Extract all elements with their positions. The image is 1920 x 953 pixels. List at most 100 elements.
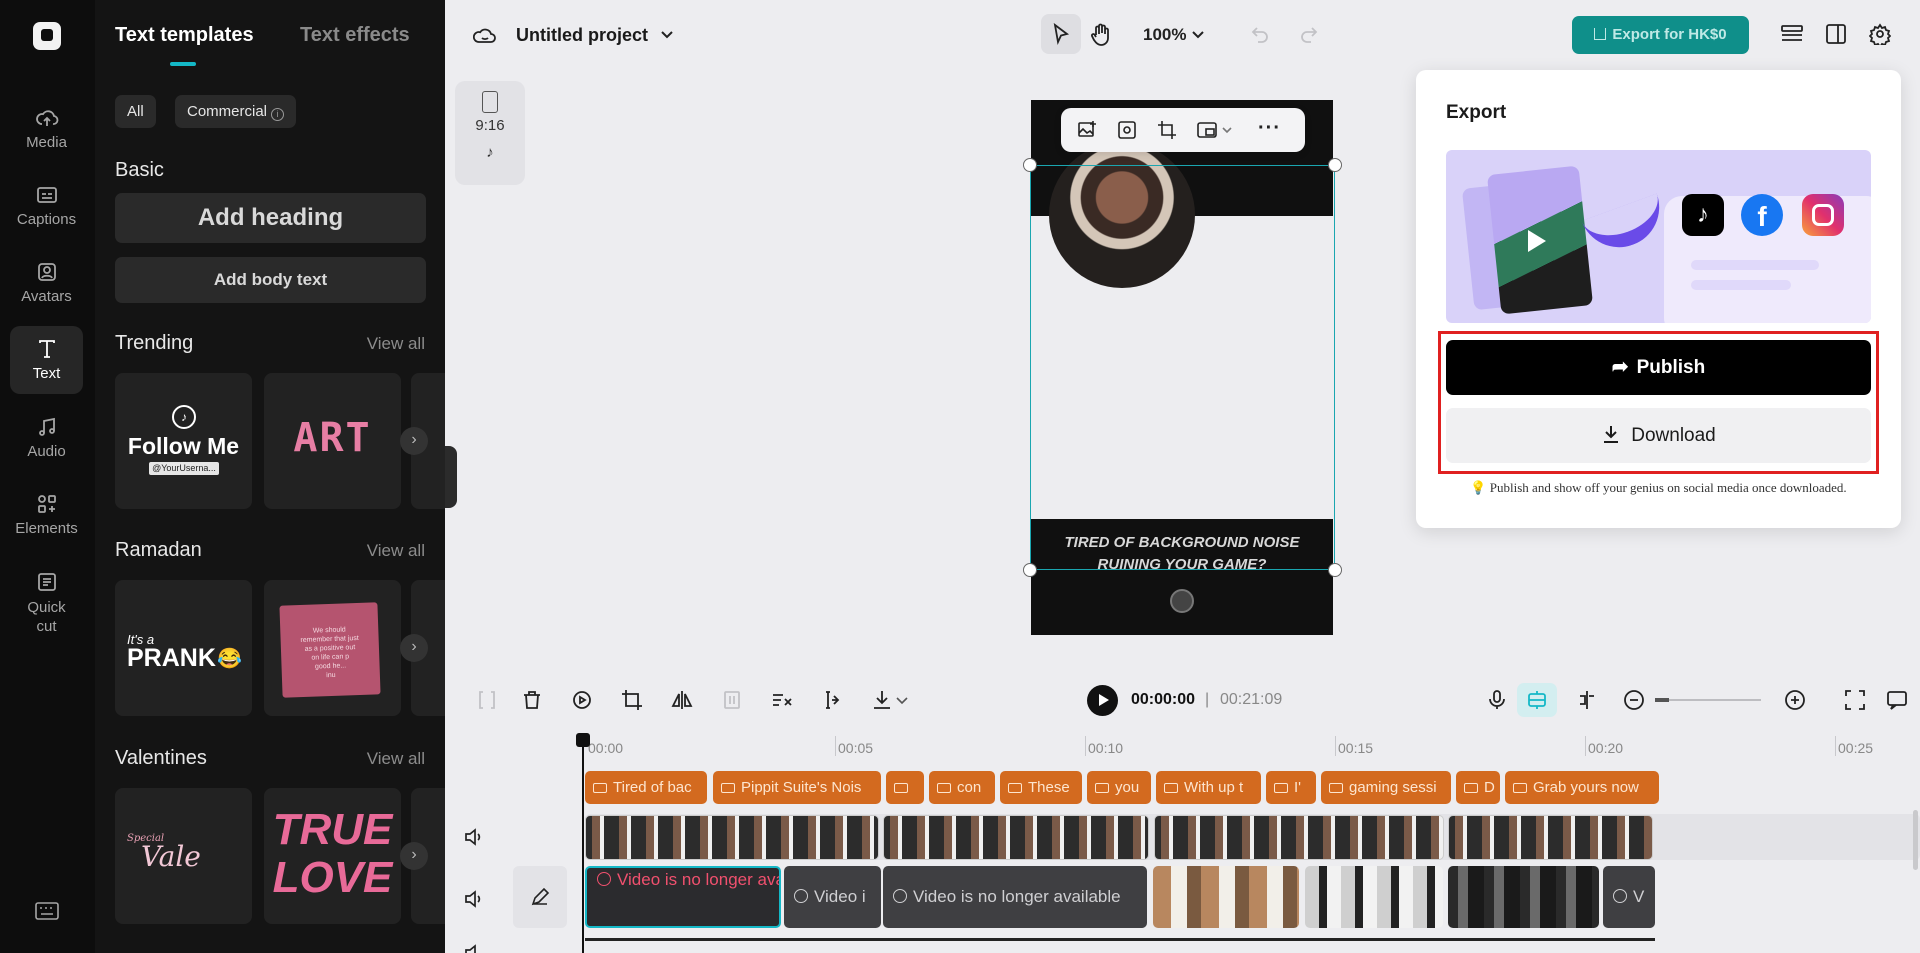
delete-icon[interactable] xyxy=(520,688,544,712)
fullscreen-icon[interactable] xyxy=(1843,688,1867,712)
zoom-slider[interactable] xyxy=(1655,698,1761,702)
template-follow-me[interactable]: ♪ Follow Me @YourUserna... xyxy=(115,373,252,509)
microphone-icon[interactable] xyxy=(1485,688,1509,712)
zoom-level[interactable]: 100% xyxy=(1143,25,1186,45)
filter-commercial[interactable]: Commercial i xyxy=(175,95,297,128)
avatar-video-clip[interactable] xyxy=(1448,815,1653,860)
select-tool-button[interactable] xyxy=(1041,14,1081,54)
template-special-vale[interactable]: Special Vale xyxy=(115,788,252,924)
hand-icon[interactable] xyxy=(1090,23,1112,47)
view-all-valentines[interactable]: View all xyxy=(367,749,425,769)
more-options-icon[interactable]: ··· xyxy=(1258,118,1281,138)
gear-icon[interactable] xyxy=(1869,23,1891,45)
add-body-text-button[interactable]: Add body text xyxy=(115,257,426,303)
export-button[interactable]: Export for HK$0 xyxy=(1572,16,1749,54)
redo-icon[interactable] xyxy=(1299,24,1319,44)
undo-icon[interactable] xyxy=(1250,24,1270,44)
nav-item-quick-cut[interactable]: Quick cut xyxy=(10,559,83,639)
headphones-clip[interactable] xyxy=(1305,866,1443,928)
cloud-icon[interactable] xyxy=(473,24,497,46)
template-true-love[interactable]: TRUE LOVE xyxy=(264,788,401,924)
selection-box[interactable] xyxy=(1030,165,1335,570)
download-icon[interactable] xyxy=(870,688,894,712)
view-all-trending[interactable]: View all xyxy=(367,334,425,354)
replace-image-icon[interactable] xyxy=(1077,120,1097,140)
play-button[interactable] xyxy=(1087,685,1118,716)
timeline-scrollbar[interactable] xyxy=(1913,810,1918,870)
zoom-slider-thumb[interactable] xyxy=(1655,698,1669,702)
caption-clip[interactable]: I' xyxy=(1266,771,1316,804)
headphones-clip[interactable] xyxy=(1153,866,1299,928)
caption-clip[interactable]: Pippit Suite's Nois xyxy=(713,771,881,804)
nav-item-audio[interactable]: Audio xyxy=(10,404,83,472)
caption-clip[interactable]: Tired of bac xyxy=(585,771,707,804)
chevron-down-icon[interactable] xyxy=(896,697,908,705)
comment-icon[interactable] xyxy=(1885,688,1909,712)
nav-item-text[interactable]: Text xyxy=(10,326,83,394)
remove-background-icon[interactable] xyxy=(770,688,794,712)
rotate-icon[interactable] xyxy=(1170,589,1194,613)
trim-icon[interactable] xyxy=(820,688,844,712)
layers-icon[interactable] xyxy=(1780,23,1804,45)
filter-all[interactable]: All xyxy=(115,95,156,128)
zoom-out-icon[interactable] xyxy=(1622,688,1646,712)
avatar-video-clip[interactable] xyxy=(585,815,879,860)
caption-clip[interactable]: D xyxy=(1456,771,1500,804)
nav-item-avatars[interactable]: Avatars xyxy=(10,249,83,317)
resize-handle-bottom-right[interactable] xyxy=(1328,563,1342,577)
nav-item-elements[interactable]: Elements xyxy=(10,481,83,549)
chevron-down-icon[interactable] xyxy=(1222,127,1232,134)
resize-handle-bottom-left[interactable] xyxy=(1023,563,1037,577)
flip-icon[interactable] xyxy=(670,688,694,712)
freeze-icon[interactable] xyxy=(720,688,744,712)
split-screen-icon[interactable] xyxy=(1575,688,1599,712)
split-icon[interactable] xyxy=(475,688,499,712)
tab-text-templates[interactable]: Text templates xyxy=(115,24,254,47)
project-title[interactable]: Untitled project xyxy=(516,25,648,46)
keyboard-icon[interactable] xyxy=(35,902,59,920)
headphones-clip[interactable] xyxy=(1448,866,1599,928)
app-logo[interactable] xyxy=(33,22,61,50)
media-clip[interactable]: Video is no longer available xyxy=(883,866,1147,928)
info-icon[interactable]: i xyxy=(271,108,285,121)
template-prank[interactable]: It's a PRANK 😂 xyxy=(115,580,252,716)
caption-clip[interactable]: con xyxy=(929,771,995,804)
split-view-icon[interactable] xyxy=(1825,23,1847,45)
caption-clip[interactable]: gaming sessi xyxy=(1321,771,1451,804)
resize-handle-top-left[interactable] xyxy=(1023,158,1037,172)
media-clip[interactable]: Video i xyxy=(784,866,881,928)
picture-in-picture-icon[interactable] xyxy=(1197,120,1217,140)
zoom-in-icon[interactable] xyxy=(1783,688,1807,712)
nav-item-captions[interactable]: Captions xyxy=(10,172,83,240)
volume-icon[interactable] xyxy=(463,888,485,910)
template-art[interactable]: ART xyxy=(264,373,401,509)
media-clip[interactable]: V xyxy=(1603,866,1655,928)
caption-clip[interactable]: These xyxy=(1000,771,1082,804)
avatar-video-clip[interactable] xyxy=(1154,815,1444,860)
playhead[interactable] xyxy=(576,733,590,953)
tab-text-effects[interactable]: Text effects xyxy=(300,24,410,47)
smart-crop-icon[interactable] xyxy=(1117,120,1137,140)
template-quote[interactable]: We should remember that just as a positi… xyxy=(264,580,401,716)
edit-track-button[interactable] xyxy=(513,866,567,928)
media-clip-selected[interactable]: Video is no longer available xyxy=(585,866,781,928)
auto-snap-button[interactable] xyxy=(1517,683,1557,717)
chevron-down-icon[interactable] xyxy=(660,30,674,40)
scroll-right-ramadan[interactable]: › xyxy=(400,634,428,662)
scroll-right-valentines[interactable]: › xyxy=(400,842,428,870)
avatar-video-clip[interactable] xyxy=(883,815,1149,860)
caption-clip[interactable] xyxy=(886,771,924,804)
volume-icon[interactable] xyxy=(463,942,485,953)
resize-handle-top-right[interactable] xyxy=(1328,158,1342,172)
chevron-down-icon[interactable] xyxy=(1191,30,1205,40)
volume-icon[interactable] xyxy=(463,826,485,848)
nav-item-media[interactable]: Media xyxy=(10,95,83,163)
scroll-right-trending[interactable]: › xyxy=(400,427,428,455)
add-heading-button[interactable]: Add heading xyxy=(115,193,426,243)
loop-icon[interactable] xyxy=(570,688,594,712)
collapse-panel-handle[interactable] xyxy=(445,446,457,508)
caption-clip[interactable]: you xyxy=(1087,771,1151,804)
aspect-ratio-card[interactable]: 9:16 ♪ xyxy=(455,81,525,185)
view-all-ramadan[interactable]: View all xyxy=(367,541,425,561)
caption-clip[interactable]: Grab yours now xyxy=(1505,771,1659,804)
